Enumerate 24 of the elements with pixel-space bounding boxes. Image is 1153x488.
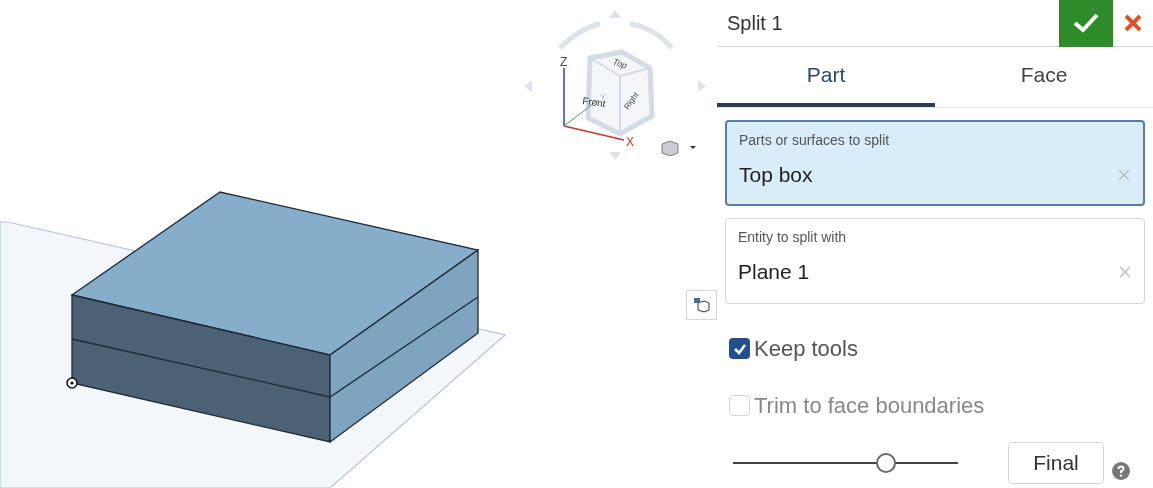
tab[interactable]: Part [717, 47, 935, 107]
help-icon[interactable] [1112, 462, 1130, 480]
section-view-button[interactable] [686, 290, 717, 320]
dialog-title: Split 1 [727, 11, 784, 36]
field-value: Top box [739, 162, 814, 188]
close-icon [1123, 13, 1143, 33]
field-label: Parts or surfaces to split [739, 131, 891, 150]
selection-field[interactable]: Parts or surfaces to split Top box [725, 120, 1145, 206]
origin-icon [66, 377, 78, 389]
final-button[interactable]: Final [1008, 442, 1104, 484]
checkbox[interactable] [729, 395, 750, 416]
slider[interactable] [733, 452, 958, 474]
confirm-button[interactable] [1059, 0, 1113, 47]
option-label: Keep tools [754, 335, 858, 363]
field-value: Plane 1 [738, 259, 811, 285]
option-label: Trim to face boundaries [754, 392, 985, 420]
checkbox[interactable] [729, 338, 750, 359]
slider-thumb[interactable] [876, 453, 896, 473]
selection-field[interactable]: Entity to split with Plane 1 [725, 218, 1145, 304]
field-label: Entity to split with [738, 228, 848, 247]
check-icon [732, 342, 747, 355]
tab[interactable]: Face [935, 47, 1153, 107]
check-icon [1072, 12, 1100, 34]
box-icon [692, 297, 711, 313]
